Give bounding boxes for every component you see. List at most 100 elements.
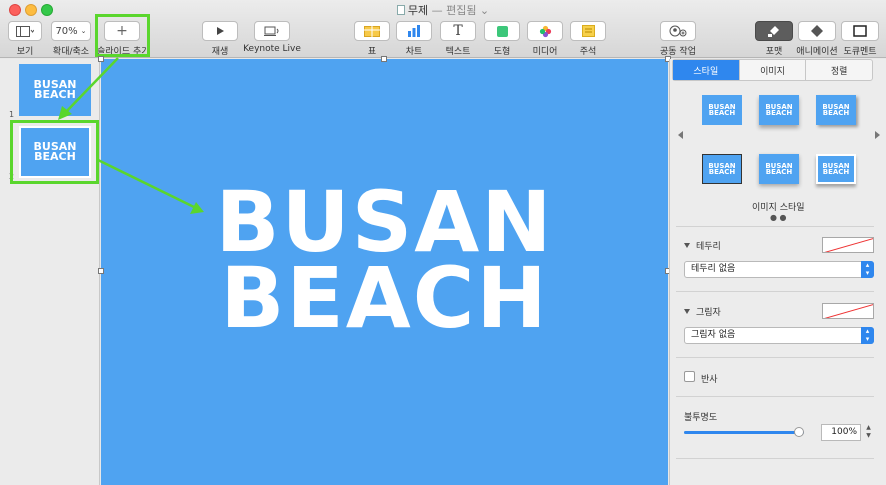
image-style-3[interactable]: BUSAN BEACH [816, 95, 856, 125]
chart-button[interactable] [396, 21, 432, 41]
select-stepper-icon: ▴ ▾ [861, 327, 874, 344]
divider [676, 458, 874, 459]
comment-button[interactable] [570, 21, 606, 41]
document-label: 도큐멘트 [843, 47, 877, 57]
opacity-stepper-icon[interactable]: ▲ ▼ [864, 424, 873, 441]
border-section-toggle[interactable]: 테두리 [684, 239, 721, 252]
photos-icon [539, 25, 551, 37]
format-inspector-panel: 스타일 이미지 정렬 BUSAN BEACH BUSAN BEACH BUSAN BE… [669, 59, 886, 485]
animate-button[interactable] [798, 21, 836, 41]
comment-label: 주석 [579, 47, 597, 57]
highlight-slide-2 [10, 120, 99, 184]
media-button[interactable] [527, 21, 563, 41]
format-button[interactable] [755, 21, 793, 41]
opacity-slider[interactable] [684, 427, 804, 437]
resize-handle-tl[interactable] [98, 56, 104, 62]
slide-thumbnail-1[interactable]: BUSAN BEACH [19, 64, 91, 116]
table-insert[interactable]: 표 [354, 21, 390, 57]
divider [676, 396, 874, 397]
disclosure-triangle-icon [684, 243, 690, 248]
format-inspector[interactable]: 포맷 [754, 21, 794, 57]
toolbar: 무제 — 편집됨 ⌄ 보기 70% ⌄ 확대/축소 + 슬라이드 추가 재생 K… [0, 0, 886, 58]
bar-chart-icon [408, 25, 420, 37]
view-menu[interactable]: 보기 [7, 21, 43, 57]
tab-image[interactable]: 이미지 [740, 60, 807, 80]
play[interactable]: 재생 [202, 21, 238, 57]
tab-style[interactable]: 스타일 [673, 60, 740, 80]
shadow-color-well[interactable] [822, 303, 874, 319]
shadow-select-value: 그림자 없음 [691, 330, 736, 340]
border-select-value: 테두리 없음 [691, 264, 736, 274]
media-label: 미디어 [532, 47, 558, 57]
view-button[interactable] [8, 21, 42, 41]
text-insert[interactable]: T 텍스트 [440, 21, 476, 57]
chart-label: 차트 [405, 47, 423, 57]
table-icon [364, 25, 380, 37]
resize-handle-top[interactable] [381, 56, 387, 62]
image-style-4[interactable]: BUSAN BEACH [702, 154, 742, 184]
play-label: 재생 [211, 47, 229, 57]
document-inspector[interactable]: 도큐멘트 [839, 21, 881, 57]
reflection-checkbox[interactable] [684, 371, 695, 382]
style-thumb-text: BEACH [708, 168, 736, 176]
image-style-6[interactable]: BUSAN BEACH [816, 154, 856, 184]
media-insert[interactable]: 미디어 [527, 21, 563, 57]
shadow-style-select[interactable]: 그림자 없음 ▴ ▾ [684, 327, 874, 344]
page-dots-icon[interactable]: ● ● [770, 213, 787, 222]
shape-button[interactable] [484, 21, 520, 41]
divider [676, 226, 874, 227]
chart-insert[interactable]: 차트 [396, 21, 432, 57]
tab-arrange[interactable]: 정렬 [806, 60, 872, 80]
shadow-label: 그림자 [696, 308, 721, 318]
slide-title-line2: BEACH [220, 249, 549, 347]
slide-canvas[interactable]: BUSAN BEACH [98, 56, 671, 485]
view-label: 보기 [16, 47, 34, 57]
image-style-5[interactable]: BUSAN BEACH [759, 154, 799, 184]
shadow-section-toggle[interactable]: 그림자 [684, 305, 721, 318]
collaborate-label: 공동 작업 [660, 47, 696, 57]
zoom-select[interactable]: 70% ⌄ [51, 21, 91, 41]
image-style-1[interactable]: BUSAN BEACH [702, 95, 742, 125]
highlight-add-slide [95, 14, 150, 57]
comment-insert[interactable]: 주석 [570, 21, 606, 57]
image-style-2[interactable]: BUSAN BEACH [759, 95, 799, 125]
border-label: 테두리 [696, 242, 721, 252]
comment-icon [581, 25, 595, 37]
play-button[interactable] [202, 21, 238, 41]
document-inspector-icon [853, 25, 867, 37]
shape-label: 도형 [493, 47, 511, 57]
opacity-value-field[interactable]: 100% [821, 424, 861, 441]
slide-number-1: 1 [9, 110, 15, 119]
border-color-well[interactable] [822, 237, 874, 253]
image-styles-label: 이미지 스타일 [752, 203, 805, 213]
window-title-status: — 편집됨 ⌄ [431, 4, 490, 17]
text-label: 텍스트 [445, 47, 471, 57]
text-button[interactable]: T [440, 21, 476, 41]
zoom-menu[interactable]: 70% ⌄ 확대/축소 [49, 21, 93, 57]
keynote-live[interactable]: Keynote Live [243, 21, 301, 54]
animate-inspector[interactable]: 애니메이션 [796, 21, 838, 57]
style-thumb-text: BEACH [822, 109, 850, 117]
table-button[interactable] [354, 21, 390, 41]
shape-insert[interactable]: 도형 [484, 21, 520, 57]
next-styles-arrow-icon[interactable] [875, 131, 880, 139]
divider [676, 357, 874, 358]
document-button[interactable] [841, 21, 879, 41]
collaborate-button[interactable] [660, 21, 696, 41]
animate-label: 애니메이션 [796, 47, 838, 57]
style-thumb-text: BEACH [765, 168, 793, 176]
previous-styles-arrow-icon[interactable] [678, 131, 683, 139]
inspector-tabs: 스타일 이미지 정렬 [672, 59, 873, 81]
collaborate[interactable]: 공동 작업 [656, 21, 700, 57]
keynote-live-icon [264, 26, 279, 36]
document-icon [396, 5, 405, 15]
zoom-value: 70% [55, 25, 78, 37]
opacity-slider-knob[interactable] [794, 427, 804, 437]
slide-title-text[interactable]: BUSAN BEACH [101, 180, 668, 347]
style-thumb-text: BEACH [765, 109, 793, 117]
disclosure-triangle-icon [684, 309, 690, 314]
sidebar-view-icon [16, 25, 34, 37]
border-style-select[interactable]: 테두리 없음 ▴ ▾ [684, 261, 874, 278]
chevron-down-icon: ⌄ [80, 27, 87, 35]
keynote-live-button[interactable] [254, 21, 290, 41]
